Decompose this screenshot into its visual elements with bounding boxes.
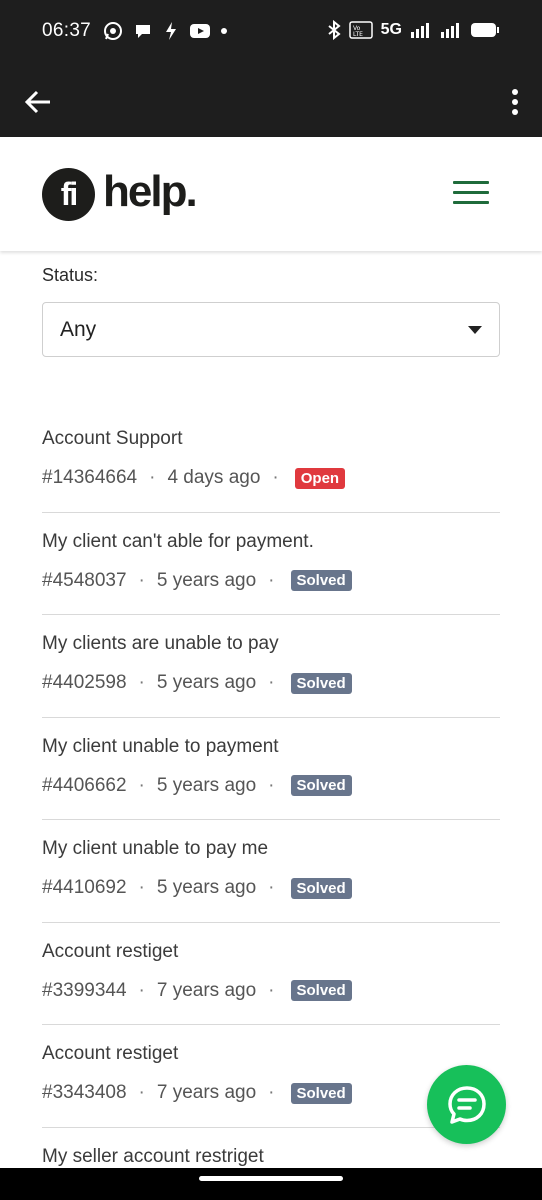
system-icons: Vo LTE 5G: [327, 20, 500, 40]
request-id: #3399344: [42, 979, 127, 1001]
request-meta: #14364664 · 4 days ago · Open: [42, 467, 346, 489]
status-badge: Solved: [290, 672, 352, 694]
separator-dot: ·: [138, 877, 145, 898]
svg-text:LTE: LTE: [353, 31, 363, 38]
separator-dot: ·: [138, 1082, 145, 1103]
separator-dot: ·: [268, 774, 275, 796]
browser-app-bar: [0, 64, 542, 137]
hamburger-menu-icon[interactable]: [453, 181, 491, 207]
site-header: fi help.: [0, 137, 542, 251]
clock: 06:37: [42, 20, 92, 41]
signal-icon: [411, 23, 429, 38]
requests-list: Account Support #14364664 · 4 days ago · O…: [42, 410, 500, 1200]
list-item[interactable]: My client unable to pay me #4410692 · 5 y…: [42, 820, 500, 923]
request-title[interactable]: My client unable to pay me: [42, 838, 268, 860]
status-badge: Solved: [290, 980, 352, 1001]
list-item[interactable]: Account restiget #3399344 · 7 years ago · …: [42, 923, 500, 1025]
separator-dot: ·: [149, 467, 156, 488]
bluetooth-icon: [328, 20, 341, 40]
status-badge: Solved: [290, 877, 352, 899]
message-icon: [136, 25, 150, 38]
request-age: 5 years ago: [156, 877, 257, 898]
request-title[interactable]: My clients are unable to pay: [42, 633, 279, 655]
chat-button[interactable]: [427, 1065, 506, 1144]
separator-dot: ·: [138, 672, 145, 693]
request-id: #4402598: [42, 672, 127, 693]
request-age: 7 years ago: [156, 979, 257, 1001]
home-gesture-handle[interactable]: [199, 1176, 343, 1181]
network-type: 5G: [380, 21, 402, 38]
chat-bubble-icon: [447, 1085, 486, 1124]
request-meta: #3399344 · 7 years ago · Solved: [42, 980, 352, 1002]
request-id: #4548037: [42, 569, 127, 591]
separator-dot: ·: [268, 877, 275, 898]
whatsapp-icon: [104, 22, 122, 40]
status-badge: Solved: [290, 775, 352, 796]
request-title[interactable]: My client unable to payment: [42, 736, 279, 758]
separator-dot: ·: [268, 1082, 275, 1103]
request-title[interactable]: My client can't able for payment.: [42, 531, 314, 553]
gesture-nav-bar: [0, 1168, 542, 1200]
request-meta: #4406662 · 5 years ago · Solved: [42, 775, 352, 797]
status-filter-label: Status:: [42, 265, 99, 285]
notification-icons: [103, 21, 227, 41]
list-item[interactable]: My client can't able for payment. #45480…: [42, 513, 500, 615]
status-badge: Solved: [290, 570, 352, 591]
request-age: 7 years ago: [156, 1082, 257, 1103]
youtube-icon: [190, 24, 210, 38]
separator-dot: ·: [268, 672, 275, 693]
arrow-left-icon[interactable]: [22, 86, 54, 118]
separator-dot: ·: [138, 979, 145, 1001]
list-item[interactable]: My clients are unable to pay #4402598 · 5…: [42, 615, 500, 718]
more-notifications-dot: [221, 28, 227, 34]
status-filter-value: Any: [60, 318, 97, 341]
request-age: 5 years ago: [156, 672, 257, 693]
bolt-icon: [166, 22, 176, 40]
request-meta: #4548037 · 5 years ago · Solved: [42, 570, 352, 592]
status-badge: Solved: [290, 1082, 352, 1104]
separator-dot: ·: [268, 979, 275, 1001]
status-filter-select[interactable]: Any: [42, 302, 500, 357]
volte-icon: VoLTE: [348, 21, 373, 39]
status-badge: Open: [294, 467, 346, 489]
chevron-down-icon: [468, 326, 482, 334]
request-title[interactable]: My seller account restriget: [42, 1146, 264, 1168]
request-id: #4406662: [42, 774, 127, 796]
list-item[interactable]: My client unable to payment #4406662 · 5 …: [42, 718, 500, 820]
request-meta: #4410692 · 5 years ago · Solved: [42, 877, 352, 899]
system-status-bar: 06:37 Vo LTE 5G: [0, 0, 542, 64]
more-vertical-icon[interactable]: [508, 86, 522, 118]
request-meta: #3343408 · 7 years ago · Solved: [42, 1082, 352, 1104]
request-id: #14364664: [42, 467, 138, 488]
request-title[interactable]: Account restiget: [42, 941, 178, 963]
request-age: 5 years ago: [156, 569, 257, 591]
request-age: 5 years ago: [156, 774, 257, 796]
request-age: 4 days ago: [167, 467, 261, 488]
request-id: #3343408: [42, 1082, 127, 1103]
signal-icon-2: [441, 23, 459, 38]
list-item[interactable]: Account Support #14364664 · 4 days ago · O…: [42, 410, 500, 513]
separator-dot: ·: [138, 569, 145, 591]
request-title[interactable]: Account restiget: [42, 1043, 178, 1065]
brand-logo-text[interactable]: help.: [103, 167, 198, 217]
separator-dot: ·: [272, 467, 279, 488]
separator-dot: ·: [138, 774, 145, 796]
brand-logo-mark[interactable]: fi: [42, 168, 95, 221]
request-title[interactable]: Account Support: [42, 428, 182, 450]
battery-icon: [471, 23, 499, 37]
request-meta: #4402598 · 5 years ago · Solved: [42, 672, 352, 694]
request-id: #4410692: [42, 877, 127, 898]
separator-dot: ·: [268, 569, 275, 591]
